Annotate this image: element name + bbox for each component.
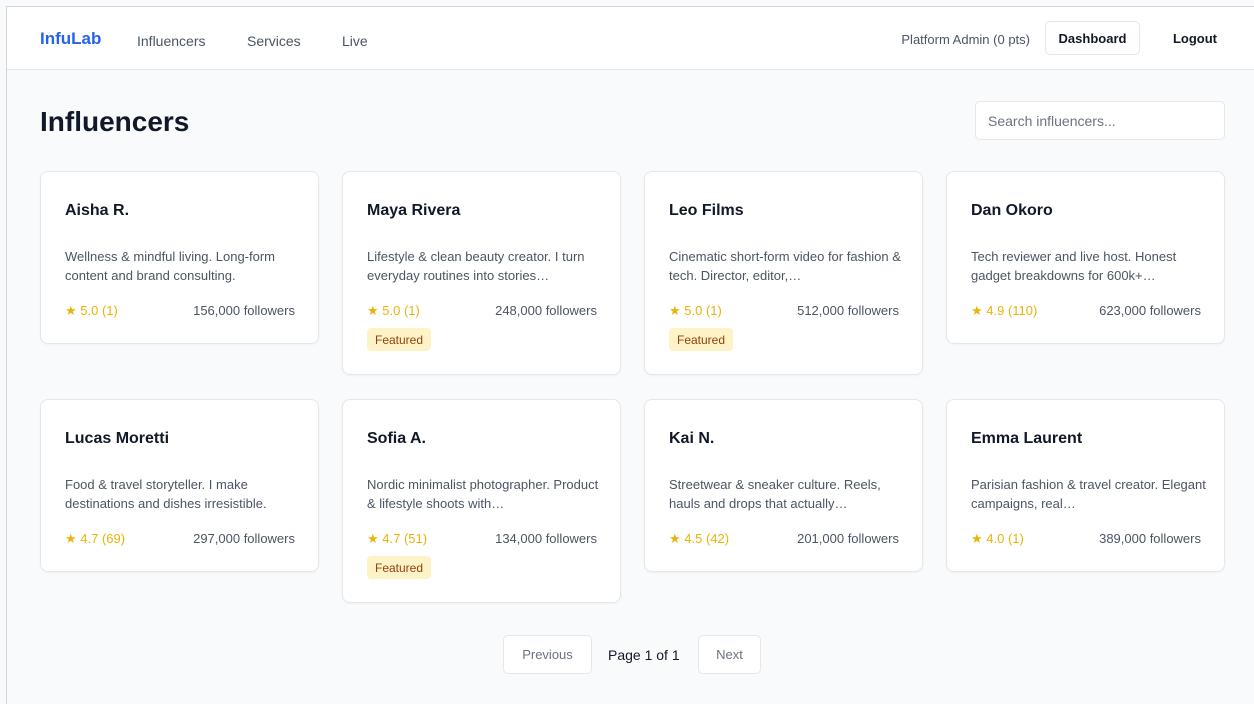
influencer-description: Parisian fashion & travel creator. Elega… (971, 477, 1206, 511)
star-icon: ★ (669, 531, 681, 546)
influencer-rating: ★ 5.0 (1) (367, 303, 420, 319)
influencer-name: Leo Films (669, 202, 744, 219)
logout-button[interactable]: Logout (1155, 21, 1235, 55)
influencer-rating: ★ 4.5 (42) (669, 531, 729, 547)
influencer-description: Food & travel storyteller. I make destin… (65, 477, 267, 511)
brand-logo[interactable]: InfuLab (40, 29, 101, 49)
star-icon: ★ (669, 303, 681, 318)
rating-value: 4.5 (42) (684, 531, 730, 546)
influencer-name: Maya Rivera (367, 202, 461, 219)
rating-value: 4.7 (69) (80, 531, 126, 546)
star-icon: ★ (367, 531, 379, 546)
next-page-button[interactable]: Next (698, 635, 761, 674)
star-icon: ★ (367, 303, 379, 318)
rating-value: 5.0 (1) (684, 303, 722, 318)
dashboard-button[interactable]: Dashboard (1045, 21, 1140, 55)
search-input[interactable] (975, 101, 1225, 140)
previous-page-button[interactable]: Previous (503, 635, 592, 674)
influencer-rating: ★ 4.7 (69) (65, 531, 125, 547)
influencer-card[interactable]: Lucas Moretti Food & travel storyteller. … (40, 399, 319, 572)
star-icon: ★ (971, 303, 983, 318)
page-indicator: Page 1 of 1 (608, 647, 680, 663)
influencer-card[interactable]: Leo Films Cinematic short-form video for … (644, 171, 923, 375)
influencer-rating: ★ 5.0 (1) (65, 303, 118, 319)
influencer-card[interactable]: Emma Laurent Parisian fashion & travel cr… (946, 399, 1225, 572)
follower-count: 134,000 followers (495, 531, 597, 546)
influencer-rating: ★ 4.9 (110) (971, 303, 1037, 319)
influencer-name: Dan Okoro (971, 202, 1053, 219)
rating-value: 4.9 (110) (986, 303, 1038, 318)
influencer-description: Wellness & mindful living. Long-form con… (65, 249, 276, 283)
influencer-rating: ★ 4.7 (51) (367, 531, 427, 547)
top-navbar: InfuLab Influencers Services Live Platfo… (7, 7, 1254, 70)
influencer-card[interactable]: Dan Okoro Tech reviewer and live host. Ho… (946, 171, 1225, 344)
influencer-card[interactable]: Kai N. Streetwear & sneaker culture. Reel… (644, 399, 923, 572)
rating-value: 5.0 (1) (80, 303, 118, 318)
influencer-rating: ★ 5.0 (1) (669, 303, 722, 319)
follower-count: 156,000 followers (193, 303, 295, 318)
follower-count: 512,000 followers (797, 303, 899, 318)
influencer-card[interactable]: Aisha R. Wellness & mindful living. Long-… (40, 171, 319, 344)
influencer-description: Tech reviewer and live host. Honest gadg… (971, 249, 1177, 283)
page-title: Influencers (40, 106, 190, 137)
influencer-name: Aisha R. (65, 202, 130, 219)
influencer-description: Streetwear & sneaker culture. Reels, hau… (669, 477, 881, 511)
nav-link-services[interactable]: Services (247, 33, 301, 49)
rating-value: 4.7 (51) (382, 531, 428, 546)
influencer-name: Sofia A. (367, 430, 426, 447)
rating-value: 5.0 (1) (382, 303, 420, 318)
rating-value: 4.0 (1) (986, 531, 1024, 546)
influencer-description: Nordic minimalist photographer. Product … (367, 477, 599, 511)
nav-link-live[interactable]: Live (342, 33, 368, 49)
follower-count: 201,000 followers (797, 531, 899, 546)
nav-link-influencers[interactable]: Influencers (137, 33, 205, 49)
follower-count: 297,000 followers (193, 531, 295, 546)
influencer-name: Kai N. (669, 430, 715, 447)
follower-count: 389,000 followers (1099, 531, 1201, 546)
star-icon: ★ (65, 303, 77, 318)
influencer-name: Lucas Moretti (65, 430, 170, 447)
featured-badge: Featured (669, 328, 734, 351)
influencer-card[interactable]: Maya Rivera Lifestyle & clean beauty crea… (342, 171, 621, 375)
follower-count: 248,000 followers (495, 303, 597, 318)
featured-badge: Featured (367, 328, 432, 351)
influencer-rating: ★ 4.0 (1) (971, 531, 1024, 547)
star-icon: ★ (971, 531, 983, 546)
app-window: InfuLab Influencers Services Live Platfo… (6, 6, 1254, 704)
follower-count: 623,000 followers (1099, 303, 1201, 318)
influencer-name: Emma Laurent (971, 430, 1083, 447)
featured-badge: Featured (367, 556, 432, 579)
user-points-label: Platform Admin (0 pts) (901, 32, 1030, 47)
influencer-description: Lifestyle & clean beauty creator. I turn… (367, 249, 585, 283)
influencer-description: Cinematic short-form video for fashion &… (669, 249, 901, 283)
star-icon: ★ (65, 531, 77, 546)
influencer-card[interactable]: Sofia A. Nordic minimalist photographer. … (342, 399, 621, 603)
